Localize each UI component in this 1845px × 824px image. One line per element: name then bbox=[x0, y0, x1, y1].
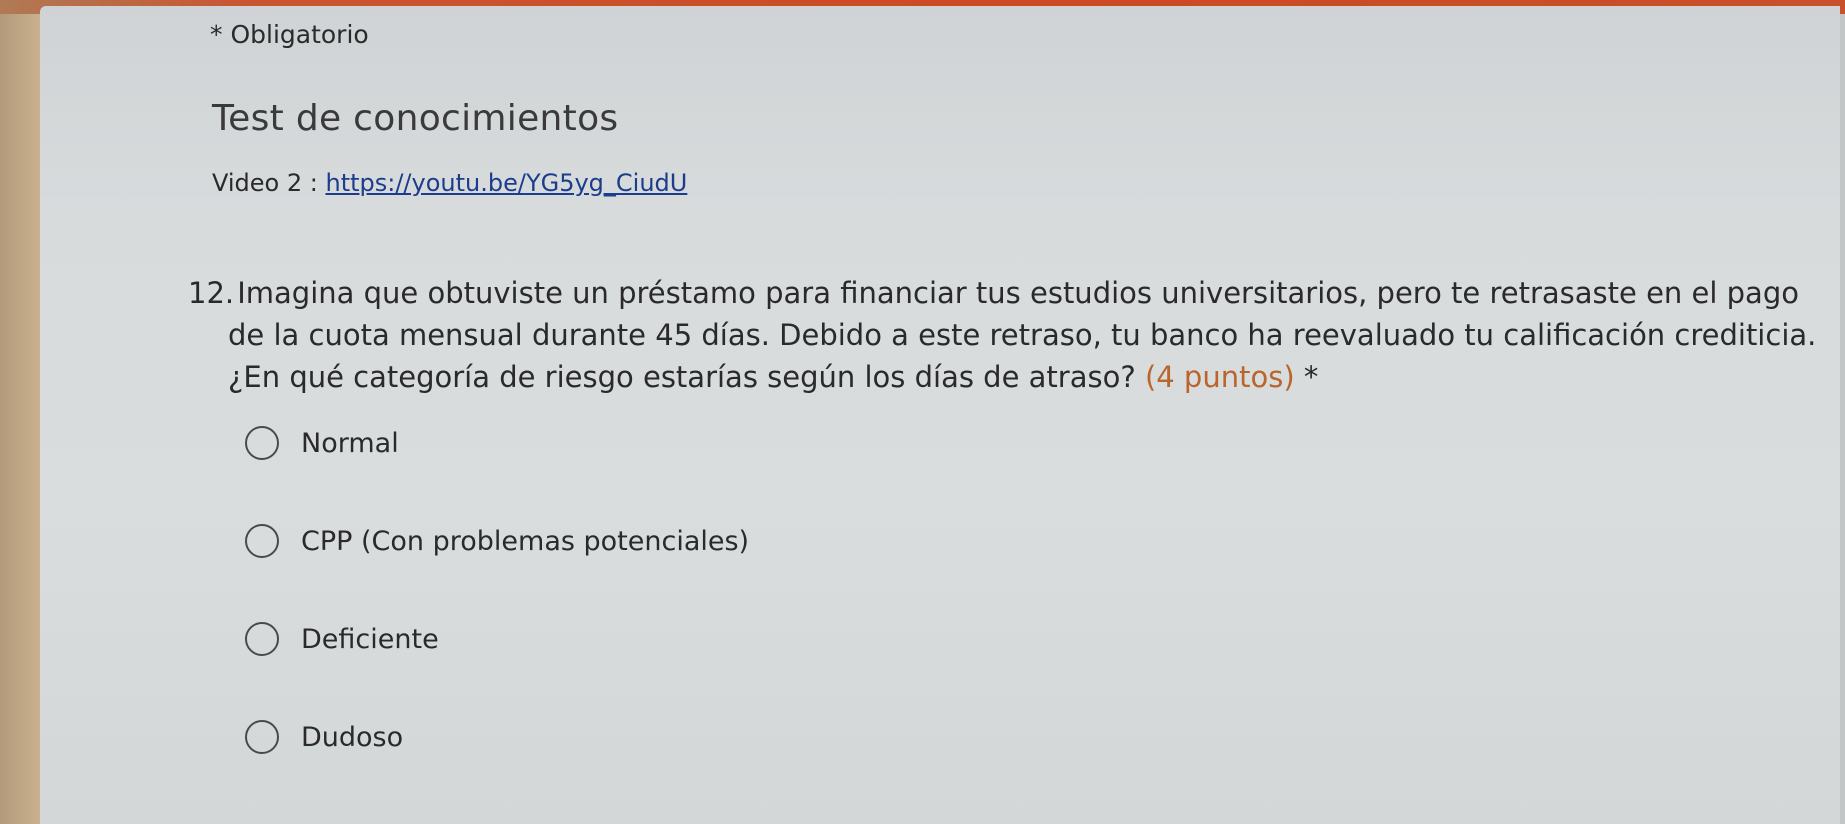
video-label: Video 2 : bbox=[212, 169, 326, 197]
radio-button[interactable] bbox=[245, 622, 279, 656]
option-label: Dudoso bbox=[301, 721, 404, 753]
option-deficiente[interactable]: Deficiente bbox=[245, 622, 439, 656]
radio-button[interactable] bbox=[245, 426, 279, 460]
question-line-1: 12. Imagina que obtuviste un préstamo pa… bbox=[188, 272, 1828, 314]
option-label: Deficiente bbox=[301, 623, 439, 655]
question-text-3: ¿En qué categoría de riesgo estarías seg… bbox=[228, 360, 1136, 394]
option-normal[interactable]: Normal bbox=[245, 426, 399, 460]
form-title: Test de conocimientos bbox=[212, 98, 619, 139]
option-label: CPP (Con problemas potenciales) bbox=[301, 525, 750, 557]
points-label: (4 puntos) bbox=[1144, 360, 1295, 394]
option-dudoso[interactable]: Dudoso bbox=[245, 720, 403, 754]
option-label: Normal bbox=[301, 427, 399, 459]
form-page: * Obligatorio Test de conocimientos Vide… bbox=[40, 6, 1840, 824]
radio-button[interactable] bbox=[245, 524, 279, 558]
radio-button[interactable] bbox=[245, 720, 279, 754]
question-number: 12. bbox=[188, 276, 235, 310]
required-note: * Obligatorio bbox=[210, 20, 369, 49]
option-cpp[interactable]: CPP (Con problemas potenciales) bbox=[245, 524, 749, 558]
video-reference: Video 2 : https://youtu.be/YG5yg_CiudU bbox=[212, 169, 687, 197]
question-12: 12. Imagina que obtuviste un préstamo pa… bbox=[188, 272, 1828, 398]
question-text-1: Imagina que obtuviste un préstamo para f… bbox=[237, 276, 1799, 310]
question-line-2: de la cuota mensual durante 45 días. Deb… bbox=[228, 318, 1817, 352]
video-link[interactable]: https://youtu.be/YG5yg_CiudU bbox=[325, 169, 687, 197]
required-marker: * bbox=[1303, 360, 1319, 394]
question-line-3: ¿En qué categoría de riesgo estarías seg… bbox=[188, 356, 1828, 398]
